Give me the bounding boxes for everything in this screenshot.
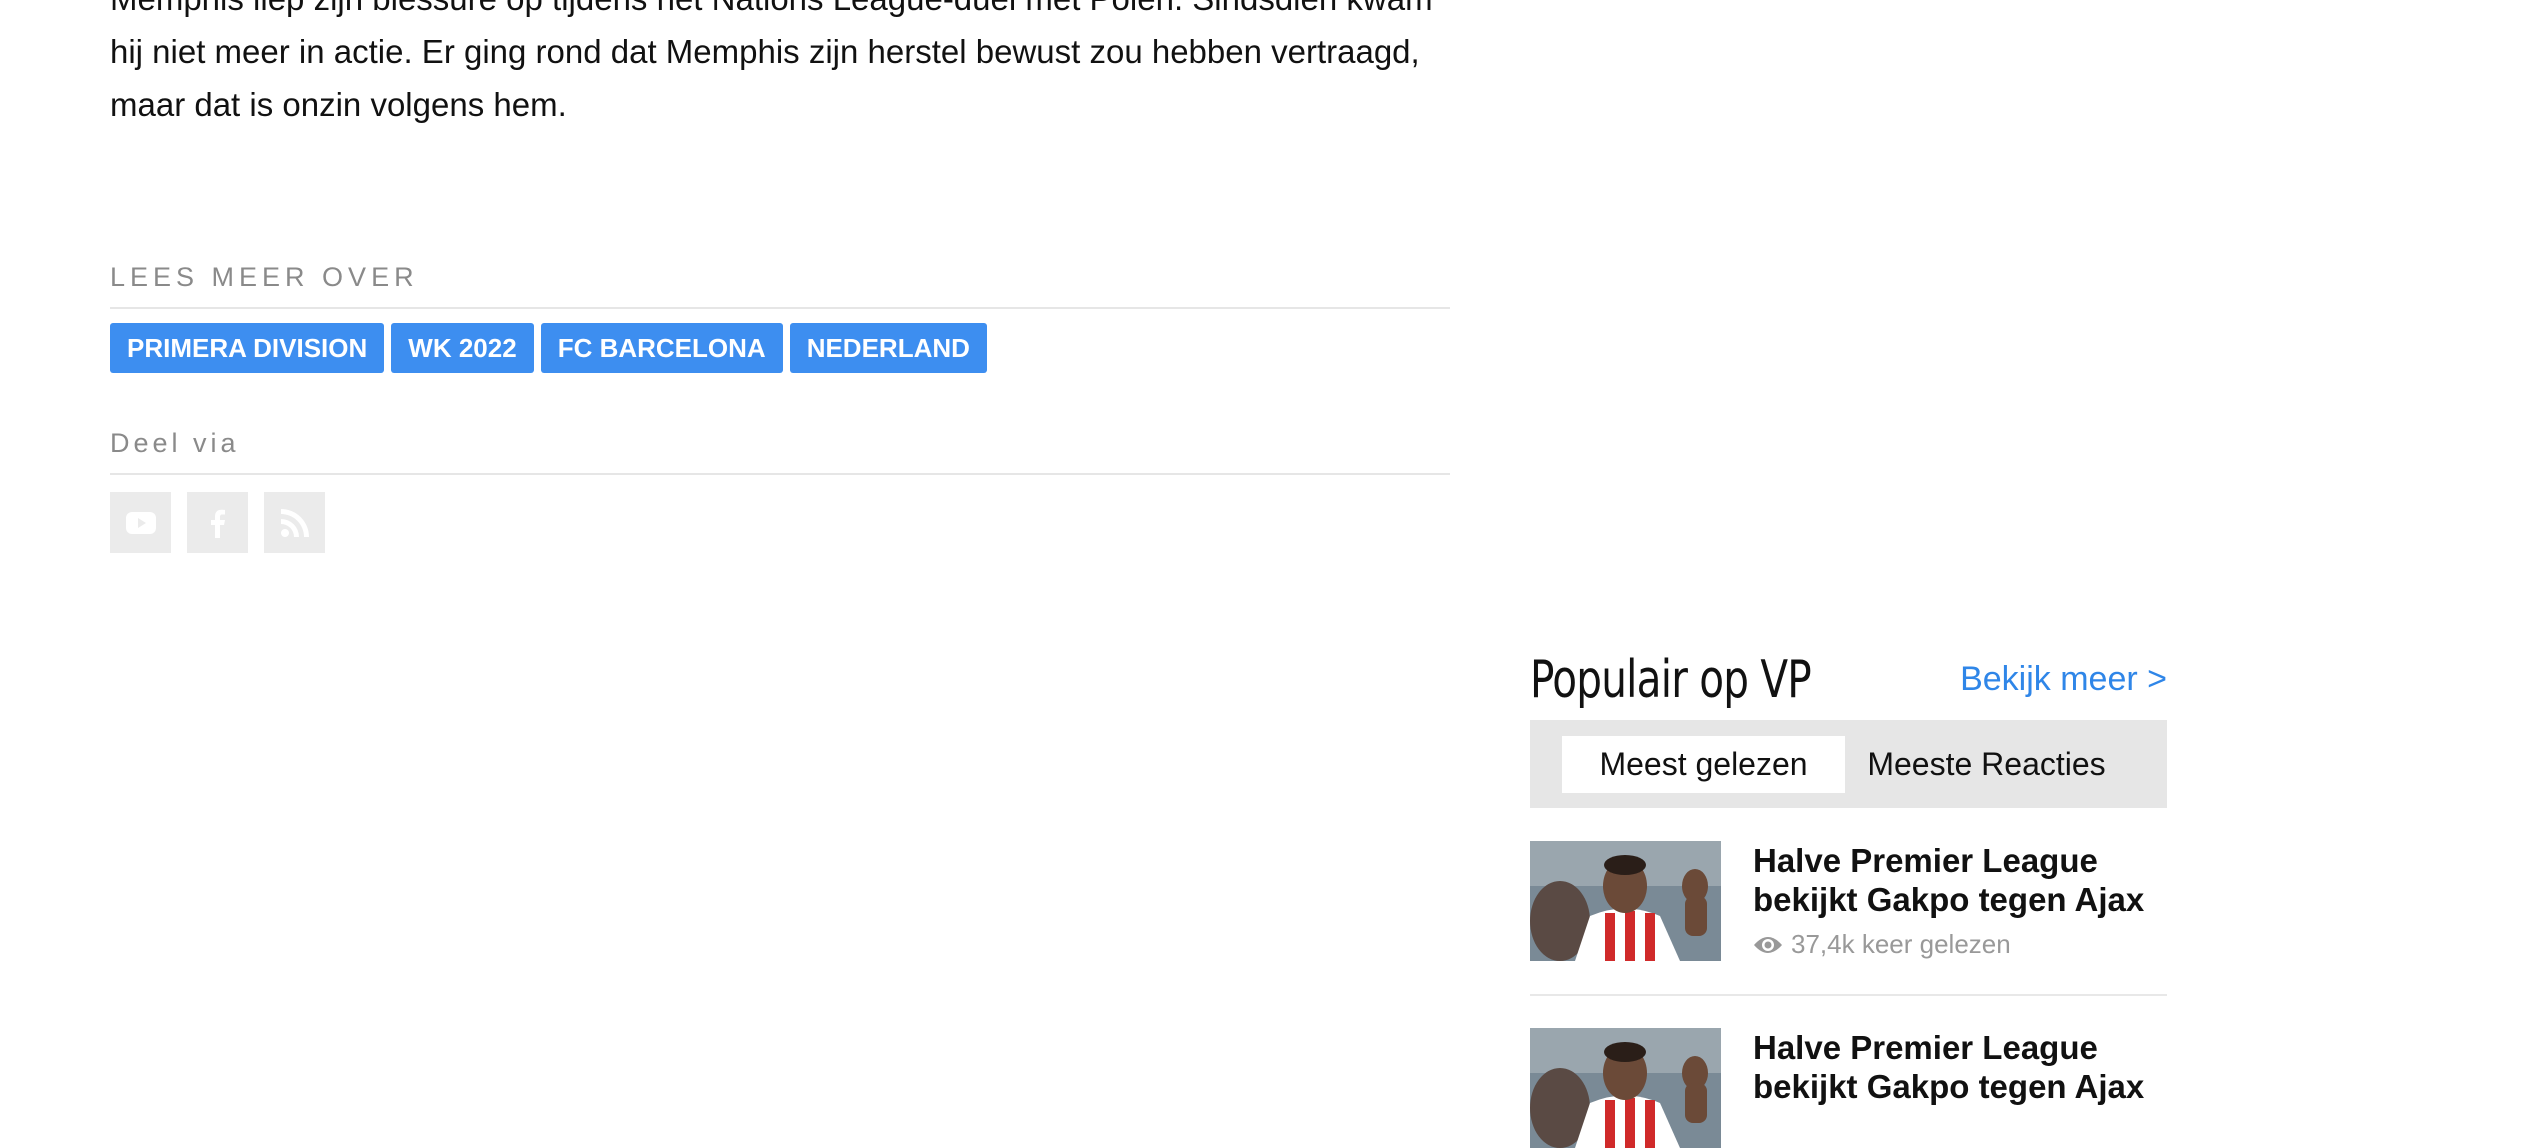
facebook-icon bbox=[210, 509, 225, 538]
rss-icon bbox=[280, 508, 309, 537]
tag-wk-2022[interactable]: WK 2022 bbox=[391, 323, 534, 373]
popular-title: Populair op VP bbox=[1530, 650, 1812, 710]
list-item[interactable]: Halve Premier League bekijkt Gakpo tegen… bbox=[1530, 841, 2167, 996]
share-buttons bbox=[110, 492, 325, 553]
tag-fc-barcelona[interactable]: FC BARCELONA bbox=[540, 323, 783, 373]
popular-tabs: Meest gelezen Meeste Reacties bbox=[1530, 720, 2167, 808]
view-count-text: 37,4k keer gelezen bbox=[1791, 929, 2011, 959]
view-count: 37,4k keer gelezen bbox=[1753, 929, 2011, 960]
article-thumbnail[interactable] bbox=[1530, 1028, 1721, 1148]
see-more-link[interactable]: Bekijk meer > bbox=[1960, 660, 2167, 699]
tab-most-read[interactable]: Meest gelezen bbox=[1562, 736, 1845, 793]
tag-list: PRIMERA DIVISION WK 2022 FC BARCELONA NE… bbox=[110, 323, 987, 373]
read-more-heading: LEES MEER OVER bbox=[110, 262, 1450, 309]
article-thumbnail[interactable] bbox=[1530, 841, 1721, 961]
article-title[interactable]: Halve Premier League bekijkt Gakpo tegen… bbox=[1753, 841, 2167, 919]
share-facebook-button[interactable] bbox=[187, 492, 248, 553]
youtube-icon bbox=[125, 511, 156, 534]
list-item[interactable]: Halve Premier League bekijkt Gakpo tegen… bbox=[1530, 1028, 2167, 1148]
tag-primera-division[interactable]: PRIMERA DIVISION bbox=[110, 323, 385, 373]
share-heading: Deel via bbox=[110, 428, 1450, 475]
share-youtube-button[interactable] bbox=[110, 492, 171, 553]
eye-icon bbox=[1754, 936, 1782, 953]
tag-nederland[interactable]: NEDERLAND bbox=[789, 323, 987, 373]
article-paragraph: Memphis liep zijn blessure op tijdens he… bbox=[110, 0, 1433, 123]
article-title[interactable]: Halve Premier League bekijkt Gakpo tegen… bbox=[1753, 1028, 2167, 1106]
share-rss-button[interactable] bbox=[264, 492, 325, 553]
tab-most-comments[interactable]: Meeste Reacties bbox=[1845, 736, 2128, 793]
